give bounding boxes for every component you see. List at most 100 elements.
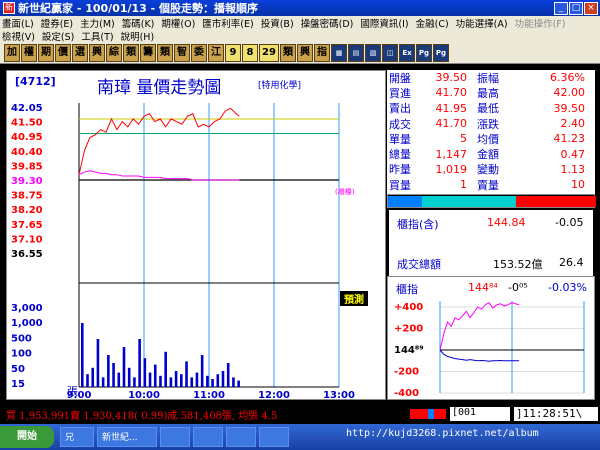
toolbar-button[interactable]: 指 <box>314 43 330 62</box>
quote-value: 41.23 <box>553 132 586 146</box>
price-volume-chart: 42.05 41.50 40.95 40.40 39.85 39.30 38.75 38.20… <box>6 70 386 401</box>
taskbar-item[interactable] <box>226 427 256 447</box>
toolbar-icon-e[interactable]: Ex <box>399 43 415 62</box>
menu-item[interactable]: 畫面(L) <box>2 16 34 30</box>
mini-axis-label: +400 <box>394 302 423 313</box>
menu-item[interactable]: 投資(B) <box>261 16 294 30</box>
price-axis-label: 37.65 <box>11 220 43 231</box>
volume-bar <box>206 375 209 387</box>
price-axis-label: 38.20 <box>11 205 43 216</box>
toolbar-button[interactable]: 期 <box>38 43 54 62</box>
toolbar: 加權期價選興綜類籌類智委江 9 8 29 類興指 ▦ ▤ ▧ ◫ Ex Pg Pg <box>0 42 600 64</box>
menu-item[interactable]: 說明(H) <box>121 29 155 43</box>
index-change: -0.05 <box>555 216 584 229</box>
quote-label: 買量 <box>389 178 411 192</box>
toolbar-button[interactable]: 智 <box>174 43 190 62</box>
index-label: 櫃指(含) <box>397 218 439 231</box>
status-color-block <box>410 409 428 419</box>
taskbar-item[interactable] <box>160 427 190 447</box>
toolbar-button[interactable]: 類 <box>280 43 296 62</box>
taskbar-item[interactable] <box>193 427 223 447</box>
toolbar-icon-a[interactable]: ▦ <box>331 43 347 62</box>
volume-bar <box>200 355 204 387</box>
main-area: 42.05 41.50 40.95 40.40 39.85 39.30 38.75 38.20… <box>0 64 600 404</box>
toolbar-icon-f[interactable]: Pg <box>416 43 432 62</box>
menu-item[interactable]: 主力(M) <box>80 16 115 30</box>
toolbar-button[interactable]: 興 <box>89 43 105 62</box>
menu-item[interactable]: 設定(S) <box>42 29 74 43</box>
volume-bar <box>159 375 162 387</box>
index-value: 144.84 <box>487 216 526 229</box>
toolbar-button[interactable]: 選 <box>72 43 88 62</box>
price-axis-label: 38.75 <box>11 191 43 202</box>
average-price-line <box>78 170 240 181</box>
toolbar-button[interactable]: 類 <box>157 43 173 62</box>
taskbar-item[interactable]: 新世紀... <box>97 427 157 447</box>
toolbar-icon-g[interactable]: Pg <box>433 43 449 62</box>
toolbar-button[interactable]: 加 <box>4 43 20 62</box>
stock-code: [4712] <box>15 75 56 88</box>
mini-axis-label: 144⁸⁹ <box>394 345 424 356</box>
toolbar-button[interactable]: 29 <box>259 43 279 62</box>
toolbar-icon-c[interactable]: ▧ <box>365 43 381 62</box>
time-axis-label: 13:00 <box>323 390 355 401</box>
taskbar-item[interactable] <box>259 427 289 447</box>
menu-item[interactable]: 工具(T) <box>81 29 113 43</box>
quote-value: 42.00 <box>553 86 586 100</box>
time-axis-label: 11:00 <box>193 390 225 401</box>
volume-bar <box>174 371 178 387</box>
menu-item[interactable]: 功能操作(F) <box>515 16 566 30</box>
quote-value: 10 <box>571 178 585 192</box>
toolbar-icon-d[interactable]: ◫ <box>382 43 398 62</box>
time-axis-label: 10:00 <box>128 390 160 401</box>
industry-tag: [特用化學] <box>257 77 303 92</box>
menu-item[interactable]: 證券(E) <box>41 16 73 30</box>
toolbar-button[interactable]: 籌 <box>140 43 156 62</box>
volume-bar <box>122 347 126 387</box>
quote-value: 39.50 <box>435 71 468 85</box>
toolbar-button[interactable]: 9 <box>225 43 241 62</box>
menu-item[interactable]: 期權(O) <box>161 16 195 30</box>
mini-index-label: 櫃指 <box>396 283 418 296</box>
toolbar-button[interactable]: 類 <box>123 43 139 62</box>
quote-row: 買進 41.70 最高 42.00 <box>387 85 595 100</box>
stock-code-input[interactable]: [001 <box>450 407 510 421</box>
volume-unit-label: 張 <box>67 385 78 398</box>
price-axis-label: 39.85 <box>11 161 43 172</box>
quote-label: 單量 <box>389 132 411 146</box>
menu-bar: 畫面(L) 證券(E) 主力(M) 籌碼(K) 期權(O) 匯市利率(E) 投資(B) 操盤密… <box>0 16 600 43</box>
status-color-blocks <box>410 409 446 419</box>
toolbar-button[interactable]: 綜 <box>106 43 122 62</box>
toolbar-button[interactable]: 8 <box>242 43 258 62</box>
volume-bar <box>112 363 115 387</box>
taskbar-item[interactable]: 兄 <box>60 427 94 447</box>
maximize-button[interactable]: □ <box>569 1 583 15</box>
menu-item[interactable]: 功能選擇(A) <box>456 16 508 30</box>
toolbar-icon-b[interactable]: ▤ <box>348 43 364 62</box>
volume-bar <box>143 358 147 387</box>
toolbar-button[interactable]: 價 <box>55 43 71 62</box>
volume-bar <box>81 323 84 387</box>
status-color-block <box>434 409 446 419</box>
market-label: (櫃檯) <box>335 188 355 196</box>
volume-bar <box>226 363 230 387</box>
menu-item[interactable]: 操盤密碼(D) <box>301 16 354 30</box>
menu-item[interactable]: 籌碼(K) <box>122 16 155 30</box>
toolbar-button[interactable]: 江 <box>208 43 224 62</box>
menu-item[interactable]: 檢視(V) <box>2 29 35 43</box>
quote-row: 買量 1 賣量 10 <box>387 177 595 192</box>
forecast-button[interactable]: 預測 <box>340 291 368 306</box>
quote-label: 最高 <box>477 86 499 100</box>
toolbar-button[interactable]: 委 <box>191 43 207 62</box>
toolbar-button[interactable]: 權 <box>21 43 37 62</box>
menu-item[interactable]: 金融(C) <box>416 16 449 30</box>
toolbar-button[interactable]: 興 <box>297 43 313 62</box>
start-button[interactable]: 開始 <box>0 426 54 448</box>
menu-item[interactable]: 國際資訊(I) <box>360 16 408 30</box>
quote-value: 5 <box>460 132 467 146</box>
minimize-button[interactable]: _ <box>554 1 568 15</box>
close-button[interactable]: × <box>584 1 598 15</box>
menu-item[interactable]: 匯市利率(E) <box>202 16 253 30</box>
volume-bar <box>185 361 188 387</box>
quote-label: 均價 <box>477 132 499 146</box>
